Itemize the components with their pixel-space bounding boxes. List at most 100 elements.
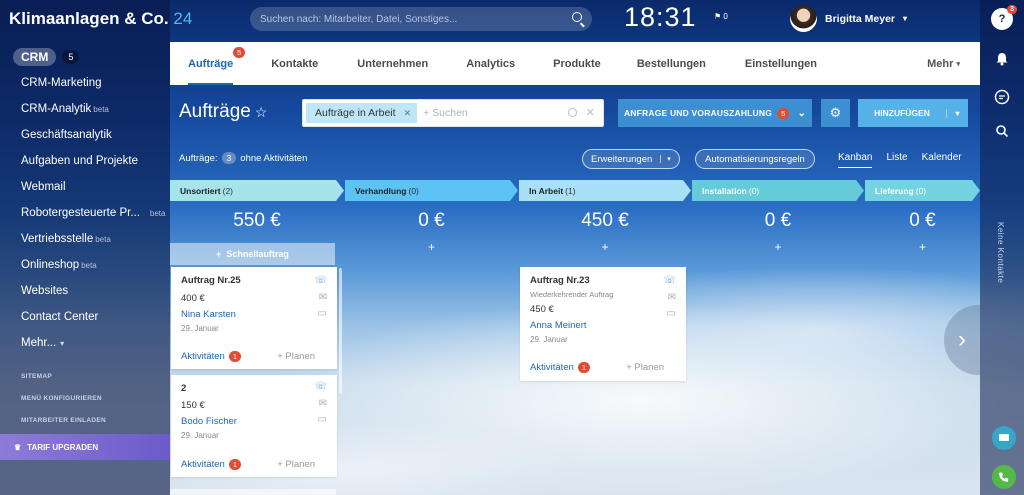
notification-bell-icon[interactable] <box>991 48 1013 70</box>
deal-title[interactable]: Auftrag Nr.25 <box>181 275 241 286</box>
column-title: Installation <box>702 185 747 196</box>
deal-card[interactable]: 2 150 € Bodo Fischer 29. Januar Aktivitä… <box>171 375 337 477</box>
search-icon[interactable] <box>991 120 1013 142</box>
mail-icon[interactable]: ✉ <box>319 292 327 303</box>
tab-unternehmen[interactable]: Unternehmen <box>357 42 428 85</box>
automation-rules-button[interactable]: Automatisierungsregeln <box>695 149 815 169</box>
upgrade-plan-button[interactable]: ♛ TARIF UPGRADEN <box>0 434 170 460</box>
tab-more[interactable]: Mehr ▾ <box>927 42 960 85</box>
column-header[interactable]: Verhandlung (0) <box>345 180 518 201</box>
phone-icon[interactable]: ☏ <box>663 275 676 286</box>
sidebar-item-aufgaben[interactable]: Aufgaben und Projekte <box>21 148 165 174</box>
mail-icon[interactable]: ✉ <box>319 398 327 409</box>
view-kanban[interactable]: Kanban <box>838 152 873 168</box>
activities-link[interactable]: Aktivitäten 1 <box>181 351 241 362</box>
activities-link[interactable]: Aktivitäten 1 <box>181 459 241 470</box>
sidebar-item-crm-marketing[interactable]: CRM-Marketing <box>21 70 165 96</box>
chat-icon[interactable]: ▭ <box>318 414 327 425</box>
add-deal-plus-icon[interactable]: + <box>345 240 518 254</box>
deal-contact[interactable]: Nina Karsten <box>181 309 236 320</box>
phone-icon[interactable]: ☏ <box>314 381 327 392</box>
sidebar-item-contact-center[interactable]: Contact Center <box>21 304 165 330</box>
user-name: Brigitta Meyer <box>825 12 896 25</box>
column-header[interactable]: Installation (0) <box>692 180 864 201</box>
plan-link[interactable]: + Planen <box>277 459 315 470</box>
phone-icon[interactable]: ☏ <box>314 275 327 286</box>
sidebar-item-onlineshop[interactable]: Onlineshop beta <box>21 252 165 278</box>
column-header[interactable]: Lieferung (0) <box>865 180 980 201</box>
right-sidebar: ? 3 Keine Kontakte <box>980 0 1024 495</box>
search-icon[interactable] <box>568 108 577 117</box>
sidebar-item-webmail[interactable]: Webmail <box>21 174 165 200</box>
chat-icon[interactable]: ▭ <box>667 308 676 319</box>
global-search-input[interactable]: Suchen nach: Mitarbeiter, Datei, Sonstig… <box>250 7 592 31</box>
settings-gear-button[interactable]: ⚙ <box>821 99 850 127</box>
column-count: (1) <box>565 185 576 196</box>
add-deal-plus-icon[interactable]: + <box>692 240 864 254</box>
deal-contact[interactable]: Anna Meinert <box>530 320 587 331</box>
app-title: Klimaanlagen & Co. <box>9 9 169 28</box>
activities-count: 1 <box>228 459 241 470</box>
column-count: (0) <box>748 185 760 196</box>
column-scrollbar[interactable] <box>339 268 342 394</box>
sidebar-item-geschaeftsanalytik[interactable]: Geschäftsanalytik <box>21 122 165 148</box>
search-icon[interactable] <box>572 12 582 22</box>
button-label: Erweiterungen <box>591 153 653 165</box>
sidebar-item-vertriebsstelle[interactable]: Vertriebsstelle beta <box>21 226 165 252</box>
phone-icon[interactable] <box>992 465 1016 489</box>
sidebar-item-mehr[interactable]: Mehr... ▾ <box>21 330 165 356</box>
tab-analytics[interactable]: Analytics <box>466 42 515 85</box>
quick-deal-button[interactable]: + Schnellauftrag <box>170 243 335 265</box>
request-prepayment-button[interactable]: ANFRAGE UND VORAUSZAHLUNG 5 ⌄ <box>618 99 812 127</box>
plan-link[interactable]: + Planen <box>626 362 664 373</box>
crm-label[interactable]: CRM <box>13 48 57 66</box>
add-deal-plus-icon[interactable]: + <box>519 240 691 254</box>
clear-icon[interactable]: ✕ <box>586 106 595 119</box>
help-icon[interactable]: ? 3 <box>991 5 1017 30</box>
app-logo[interactable]: Klimaanlagen & Co. 24 <box>9 9 192 29</box>
deal-subtitle: Wiederkehrender Auftrag <box>530 290 614 299</box>
tab-kontakte[interactable]: Kontakte <box>271 42 318 85</box>
flag-counter[interactable]: ⚑ 0 <box>714 12 728 21</box>
sidebar-footer-links: SITEMAP MENÜ KONFIGURIEREN MITARBEITER E… <box>21 372 106 438</box>
extensions-button[interactable]: Erweiterungen ▾ <box>582 149 680 169</box>
sidebar-item-websites[interactable]: Websites <box>21 278 165 304</box>
column-header[interactable]: Unsortiert (2) <box>170 180 344 201</box>
crm-header[interactable]: CRM 5 <box>13 48 80 66</box>
column-header[interactable]: In Arbeit (1) <box>519 180 691 201</box>
deal-title[interactable]: 2 <box>181 383 186 394</box>
tab-label: Produkte <box>553 57 601 70</box>
add-deal-plus-icon[interactable]: + <box>865 240 980 254</box>
open-lines-icon[interactable] <box>992 426 1016 450</box>
view-calendar[interactable]: Kalender <box>922 152 962 168</box>
view-list[interactable]: Liste <box>886 152 907 168</box>
close-icon[interactable]: ✕ <box>404 108 412 119</box>
user-menu[interactable]: Brigitta Meyer ▾ <box>790 5 907 32</box>
star-icon[interactable]: ☆ <box>255 104 268 120</box>
deal-card[interactable]: Auftrag Nr.25 400 € Nina Karsten 29. Jan… <box>171 267 337 369</box>
caret-down-icon[interactable]: ▾ <box>946 108 968 118</box>
chat-icon[interactable]: ▭ <box>318 308 327 319</box>
deal-title[interactable]: Auftrag Nr.23 <box>530 275 590 286</box>
deal-card[interactable]: Auftrag Nr.23 Wiederkehrender Auftrag 45… <box>520 267 686 381</box>
left-sidebar: Klimaanlagen & Co. 24 CRM 5 CRM-Marketin… <box>0 0 192 495</box>
configure-menu-link[interactable]: MENÜ KONFIGURIEREN <box>21 394 106 416</box>
add-button[interactable]: HINZUFÜGEN ▾ <box>858 99 968 127</box>
filter-tag[interactable]: Aufträge in Arbeit ✕ <box>306 103 418 123</box>
plan-link[interactable]: + Planen <box>277 351 315 362</box>
mail-icon[interactable]: ✉ <box>668 292 676 303</box>
tab-produkte[interactable]: Produkte <box>553 42 601 85</box>
summary-count[interactable]: 3 <box>221 152 237 164</box>
clock[interactable]: 18:31 <box>624 2 697 33</box>
activities-link[interactable]: Aktivitäten 1 <box>530 362 590 373</box>
sidebar-item-robotergesteuerte[interactable]: Robotergesteuerte Pr... beta <box>21 200 165 226</box>
sidebar-item-crm-analytik[interactable]: CRM-Analytik beta <box>21 96 165 122</box>
tab-auftraege[interactable]: Aufträge 5 <box>188 42 246 85</box>
chat-icon[interactable] <box>991 86 1013 108</box>
tab-bestellungen[interactable]: Bestellungen <box>637 42 706 85</box>
sidebar-item-label: Websites <box>21 285 69 297</box>
filter-search-input[interactable]: Aufträge in Arbeit ✕ + Suchen ✕ <box>302 99 604 127</box>
deal-contact[interactable]: Bodo Fischer <box>181 416 237 427</box>
tab-einstellungen[interactable]: Einstellungen <box>745 42 817 85</box>
sitemap-link[interactable]: SITEMAP <box>21 372 106 394</box>
